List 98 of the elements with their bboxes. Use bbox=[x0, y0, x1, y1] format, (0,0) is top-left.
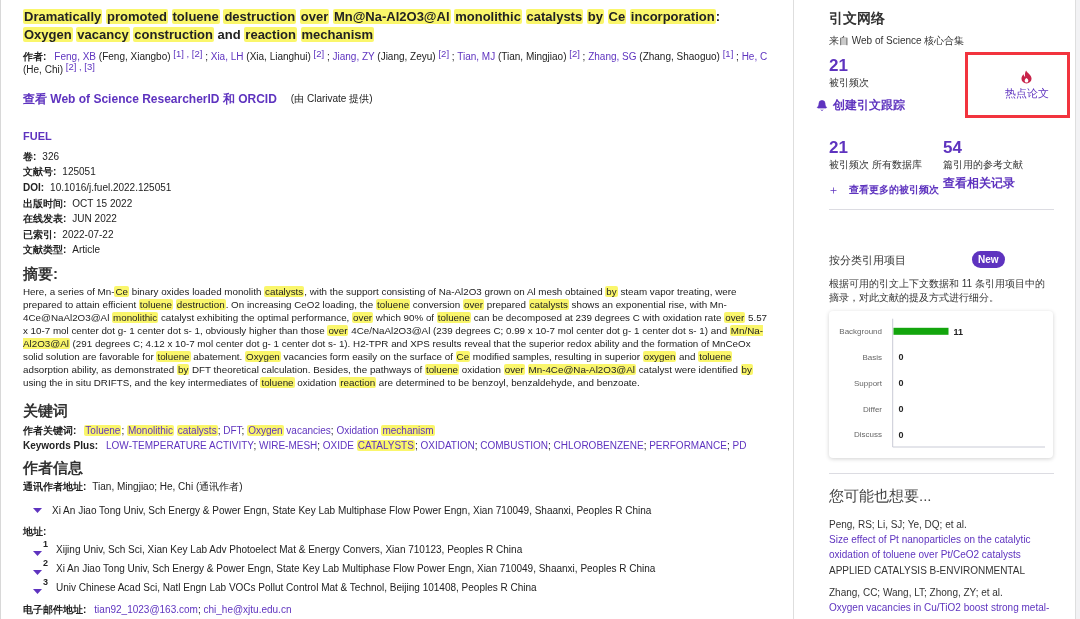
authors-line: 作者: Feng, XB (Feng, Xiangbo) [1] , [2] ; Xia, LH (Xia, Lianghui) [2] ; Jiang, ZY (Jiang, Zeyu) [2] ; Tian, MJ (Tian, Mingjiao) [2] ; Zhang, SG (Zhang, Shaoguo) [1] ; He, C (He, Chi) [2] , [3] bbox=[23, 50, 769, 76]
recommendation-journal: APPLIED CATALYSIS B-ENVIRONMENTAL bbox=[829, 563, 1025, 578]
detail-label: 通讯作者地址: bbox=[23, 480, 87, 495]
detail-label: 文献类型: bbox=[23, 243, 67, 258]
reference-count[interactable]: 54 bbox=[943, 138, 962, 158]
section-heading: 作者信息 bbox=[23, 458, 84, 477]
count-label: 被引频次 所有数据库 bbox=[829, 158, 922, 171]
detail-value: 10.1016/j.fuel.2022.125051 bbox=[50, 181, 172, 195]
keyword-link[interactable]: OXIDATION bbox=[420, 440, 475, 452]
address-number: 1 bbox=[43, 538, 48, 549]
detail-value: 2022-07-22 bbox=[62, 227, 114, 242]
address-text: Xi An Jiao Tong Univ, Sch Energy & Power Engn, State Key Lab Multiphase Flow Power Engn, Xian 710049, Shaanxi, Peoples R China bbox=[56, 561, 656, 576]
abstract-text: Here, a series of Mn-Ce binary oxides loaded monolith catalysts, with the support consisting of Na-Al2O3 grown on Al mesh obtained by steam vapor treating, were prepared to attain efficient toluene destruction. On increasing CeO2 loading, the toluene conversion over prepared catalysts shows an exponential rise, with Mn-4Ce@NaAl2O3@Al monolithic catalyst exhibiting the optimal performance, over which 90% of toluene can be decomposed at 239 degrees C with oxidation rate over 5.57 x 10-7 mol center dot g- 1 center dot s- 1, obviously higher than those over 4Ce/NaAl2O3@Al (239 degrees C; 0.99 x 10-7 mol center dot g- 1 center dot s- 1) and Mn/Na-Al2O3@Al (291 degrees C; 4.12 x 10-7 mol center dot g- 1 center dot s- 1). H2-TPR and XPS results reveal that the superior redox ability and the formation of MnCeOx solid solution are favorable for toluene abatement. Oxygen vacancies form easily on the surface of Ce modified samples, resulting in superior oxygen and toluene adsorption ability, as demonstrated by DFT theoretical calculation. Besides, the pathways of toluene oxidation over Mn-4Ce@Na-Al2O3@Al catalyst were identified by using the in situ DRIFTS, and the key intermediates of toluene oxidation reaction are determined to be benzoyl, benzaldehyde, and benzoate. bbox=[23, 285, 769, 390]
provider-note: (由 Clarivate 提供) bbox=[290, 92, 373, 106]
author-link[interactable]: He, C bbox=[741, 51, 768, 62]
keyword-link[interactable]: Oxygen vacancies bbox=[247, 425, 331, 437]
detail-label: 卷: bbox=[23, 149, 37, 164]
keyword-link[interactable]: PD bbox=[732, 440, 747, 452]
reference-link[interactable]: [2] bbox=[313, 48, 325, 59]
create-alert-link[interactable]: 创建引文跟踪 bbox=[816, 97, 905, 113]
bell-icon bbox=[816, 98, 828, 112]
address-number: 3 bbox=[43, 576, 48, 587]
description-text: 根据可用的引文上下文数据和 11 条引用项目中的摘录，对此文献的提及方式进行细分。 bbox=[829, 276, 1046, 305]
author-link[interactable]: Tian, MJ bbox=[457, 51, 496, 62]
category-label: Discuss bbox=[854, 430, 882, 440]
detail-value: 326 bbox=[42, 149, 60, 164]
caret-down-icon[interactable] bbox=[33, 508, 42, 514]
reference-link[interactable]: [3] bbox=[84, 61, 95, 72]
detail-label: 文献号: bbox=[23, 165, 57, 180]
reference-link[interactable]: [1] bbox=[173, 48, 184, 59]
author-link[interactable]: Xia, LH bbox=[210, 51, 244, 62]
recommendation-authors: Peng, RS; Li, SJ; Ye, DQ; et al. bbox=[829, 517, 967, 532]
detail-label: 已索引: bbox=[23, 227, 57, 242]
value-label: 0 bbox=[898, 352, 904, 363]
keyword-link[interactable]: CHLOROBENZENE bbox=[553, 440, 644, 452]
value-label: 0 bbox=[898, 378, 904, 389]
detail-label: 地址: bbox=[23, 524, 47, 539]
detail-label: DOI: bbox=[23, 181, 45, 195]
detail-label: 在线发表: bbox=[23, 212, 67, 227]
caret-down-icon[interactable] bbox=[33, 588, 42, 594]
keywords-line: 作者关键词: Toluene; Monolithic catalysts; DFT; Oxygen vacancies; Oxidation mechanism bbox=[23, 424, 436, 439]
section-heading: 摘要: bbox=[23, 264, 59, 283]
value-label: 0 bbox=[898, 403, 904, 414]
reference-link[interactable]: [2] bbox=[191, 48, 203, 59]
hot-paper-link[interactable]: 热点论文 bbox=[1004, 86, 1049, 100]
address-text: Xi An Jiao Tong Univ, Sch Energy & Power Engn, State Key Lab Multiphase Flow Power Engn, Xian 710049, Shaanxi, Peoples R China bbox=[52, 503, 652, 518]
detail-value: 125051 bbox=[62, 165, 96, 180]
reference-link[interactable]: [2] bbox=[65, 61, 77, 72]
address-text: Xijing Univ, Sch Sci, Xian Key Lab Adv Photoelect Mat & Energy Convers, Xian 710123, Peoples R China bbox=[56, 542, 523, 557]
value-label: 11 bbox=[953, 326, 963, 337]
article-title: Dramatically promoted toluene destruction over Mn@Na-Al2O3@Al monolithic catalysts by Ce incorporation: Oxygen vacancy construction and reaction mechanism bbox=[23, 8, 721, 44]
citation-count[interactable]: 21 bbox=[829, 56, 848, 76]
bar bbox=[893, 327, 949, 335]
related-records-link[interactable]: 查看相关记录 bbox=[943, 175, 1015, 191]
category-label: Background bbox=[839, 327, 882, 337]
keyword-link[interactable]: Toluene bbox=[84, 425, 122, 437]
count-label: 篇引用的参考文献 bbox=[943, 158, 1023, 171]
recommendation-title-link[interactable]: Size effect of Pt nanoparticles on the catalytic oxidation of toluene over Pt/CeO2 catalysts bbox=[829, 532, 1061, 563]
address-number: 2 bbox=[43, 557, 48, 568]
reference-link[interactable]: [2] bbox=[569, 48, 580, 59]
value-label: 0 bbox=[898, 429, 904, 440]
journal-link[interactable]: FUEL bbox=[23, 129, 52, 143]
caret-down-icon[interactable] bbox=[33, 569, 42, 575]
author-link[interactable]: Feng, XB bbox=[54, 51, 97, 62]
email-link[interactable]: tian92_1023@163.com bbox=[94, 603, 198, 615]
flame-icon bbox=[1021, 70, 1032, 84]
detail-value: Article bbox=[72, 243, 101, 258]
reference-link[interactable]: [2] bbox=[438, 48, 449, 59]
new-badge: New bbox=[972, 251, 1005, 268]
detail-value: OCT 15 2022 bbox=[72, 196, 133, 211]
recommendation-authors: Zhang, CC; Wang, LT; Zhong, ZY; et al. bbox=[829, 585, 1003, 600]
address-text: Univ Chinese Acad Sci, Natl Engn Lab VOCs Pollut Control Mat & Technol, Beijing 101408, Peoples R China bbox=[56, 580, 537, 595]
recommendation-title-link[interactable]: Oxygen vacancies in Cu/TiO2 boost strong metal- bbox=[829, 600, 1050, 616]
source-label: 来自 Web of Science 核心合集 bbox=[829, 33, 966, 48]
plus-icon bbox=[829, 185, 838, 195]
count-label: 被引频次 bbox=[829, 76, 869, 89]
keyword-link[interactable]: DFT bbox=[223, 425, 242, 437]
email-link[interactable]: chi_he@xjtu.edu.cn bbox=[203, 603, 292, 615]
section-heading: 关键词 bbox=[23, 401, 69, 420]
more-citations-link[interactable]: 查看更多的被引频次 bbox=[829, 183, 939, 197]
category-label: Differ bbox=[863, 404, 882, 414]
panel-subtitle: 按分类引用项目 bbox=[829, 252, 906, 268]
keyword-link[interactable]: PERFORMANCE bbox=[649, 440, 727, 452]
email-line: 电子邮件地址: tian92_1023@163.com; chi_he@xjtu.edu.cn bbox=[23, 602, 293, 617]
keywords-line: Keywords Plus: LOW-TEMPERATURE ACTIVITY; WIRE-MESH; OXIDE CATALYSTS; OXIDATION; COMBUSTION; CHLOROBENZENE; PERFORMANCE; PD bbox=[23, 439, 748, 454]
author-link[interactable]: Jiang, ZY bbox=[332, 51, 375, 62]
caret-down-icon[interactable] bbox=[33, 550, 42, 556]
detail-label: 出版时间: bbox=[23, 196, 67, 211]
reference-link[interactable]: [1] bbox=[722, 48, 734, 59]
category-label: Support bbox=[853, 378, 882, 388]
detail-value: Tian, Mingjiao; He, Chi (通讯作者) bbox=[92, 480, 243, 495]
detail-value: JUN 2022 bbox=[72, 212, 117, 227]
category-label: Basis bbox=[862, 353, 882, 363]
citation-count[interactable]: 21 bbox=[829, 138, 848, 158]
recommendations-title: 您可能也想要... bbox=[829, 487, 933, 506]
author-link[interactable]: Zhang, SG bbox=[588, 51, 637, 62]
panel-title: 引文网络 bbox=[829, 9, 886, 27]
researcher-link[interactable]: 查看 Web of Science ResearcherID 和 ORCID bbox=[23, 91, 277, 107]
